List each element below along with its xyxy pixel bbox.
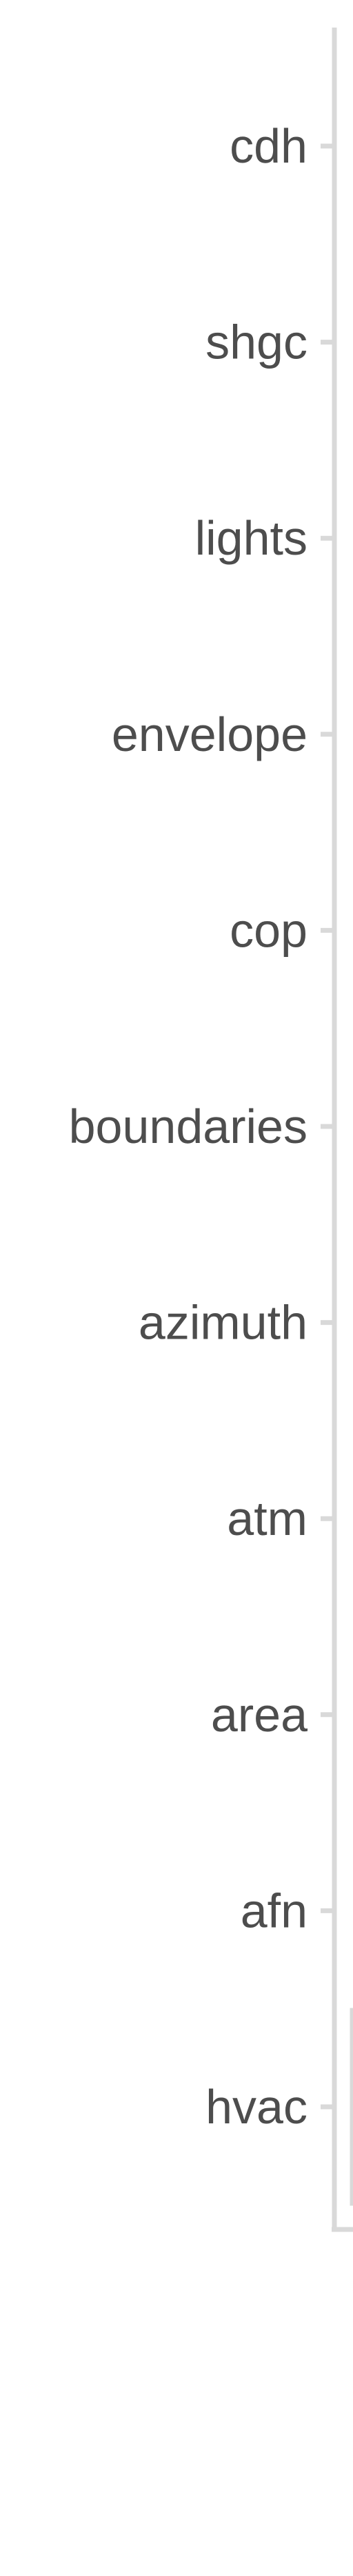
category-label-hvac: hvac — [205, 2080, 307, 2134]
bar-chart: cdh shgc lights envelope cop boundaries azimut… — [69, 28, 353, 2232]
category-label-atm: atm — [227, 1492, 307, 1545]
category-label-lights: lights — [195, 511, 307, 565]
category-label-boundaries: boundaries — [69, 1100, 307, 1153]
category-label-azimuth: azimuth — [139, 1296, 307, 1350]
category-label-envelope: envelope — [112, 708, 307, 761]
category-label-cdh: cdh — [230, 119, 307, 173]
category-label-shgc: shgc — [205, 316, 307, 369]
category-label-cop: cop — [230, 903, 307, 957]
category-label-area: area — [211, 1688, 307, 1742]
category-labels: cdh shgc lights envelope cop boundaries azimut… — [69, 119, 307, 2134]
category-label-afn: afn — [241, 1884, 307, 1937]
